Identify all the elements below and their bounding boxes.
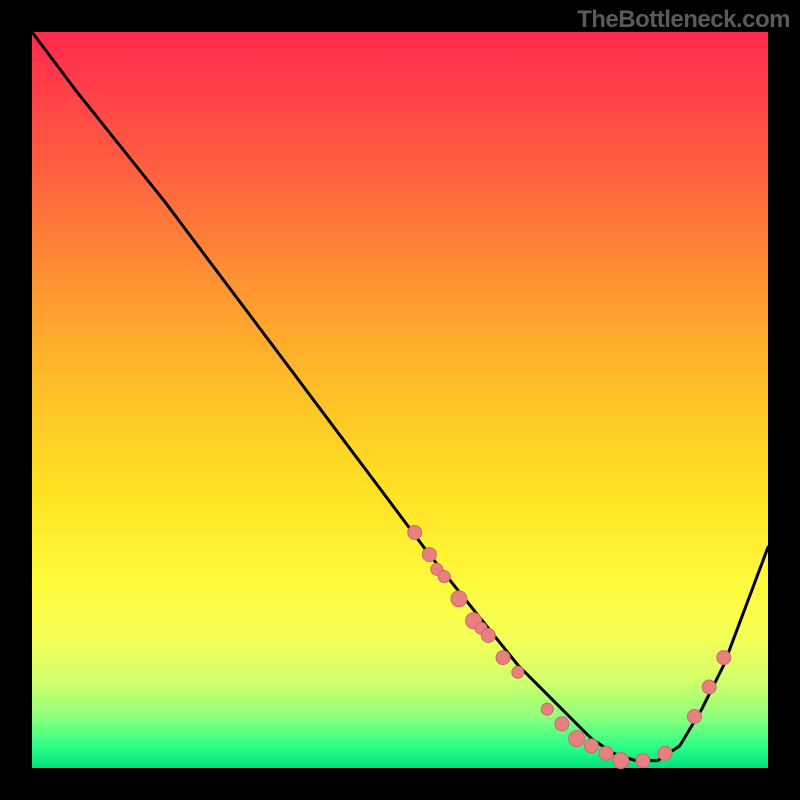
sample-marker — [408, 526, 422, 540]
sample-marker — [451, 591, 467, 607]
sample-marker — [555, 717, 569, 731]
sample-marker — [658, 746, 672, 760]
sample-marker — [599, 746, 613, 760]
sample-marker — [496, 651, 510, 665]
sample-marker — [569, 731, 585, 747]
chart-container: TheBottleneck.com — [0, 0, 800, 800]
sample-markers — [408, 526, 731, 769]
sample-marker — [481, 629, 495, 643]
bottleneck-curve — [32, 32, 768, 761]
watermark-text: TheBottleneck.com — [577, 6, 790, 34]
plot-area — [32, 32, 768, 768]
sample-marker — [702, 680, 716, 694]
sample-marker — [422, 548, 436, 562]
sample-marker — [584, 739, 598, 753]
sample-marker — [687, 710, 701, 724]
sample-marker — [541, 703, 553, 715]
sample-marker — [636, 754, 650, 768]
sample-marker — [613, 753, 629, 769]
sample-marker — [717, 651, 731, 665]
bottleneck-curve-svg — [32, 32, 768, 768]
sample-marker — [438, 571, 450, 583]
sample-marker — [512, 666, 524, 678]
